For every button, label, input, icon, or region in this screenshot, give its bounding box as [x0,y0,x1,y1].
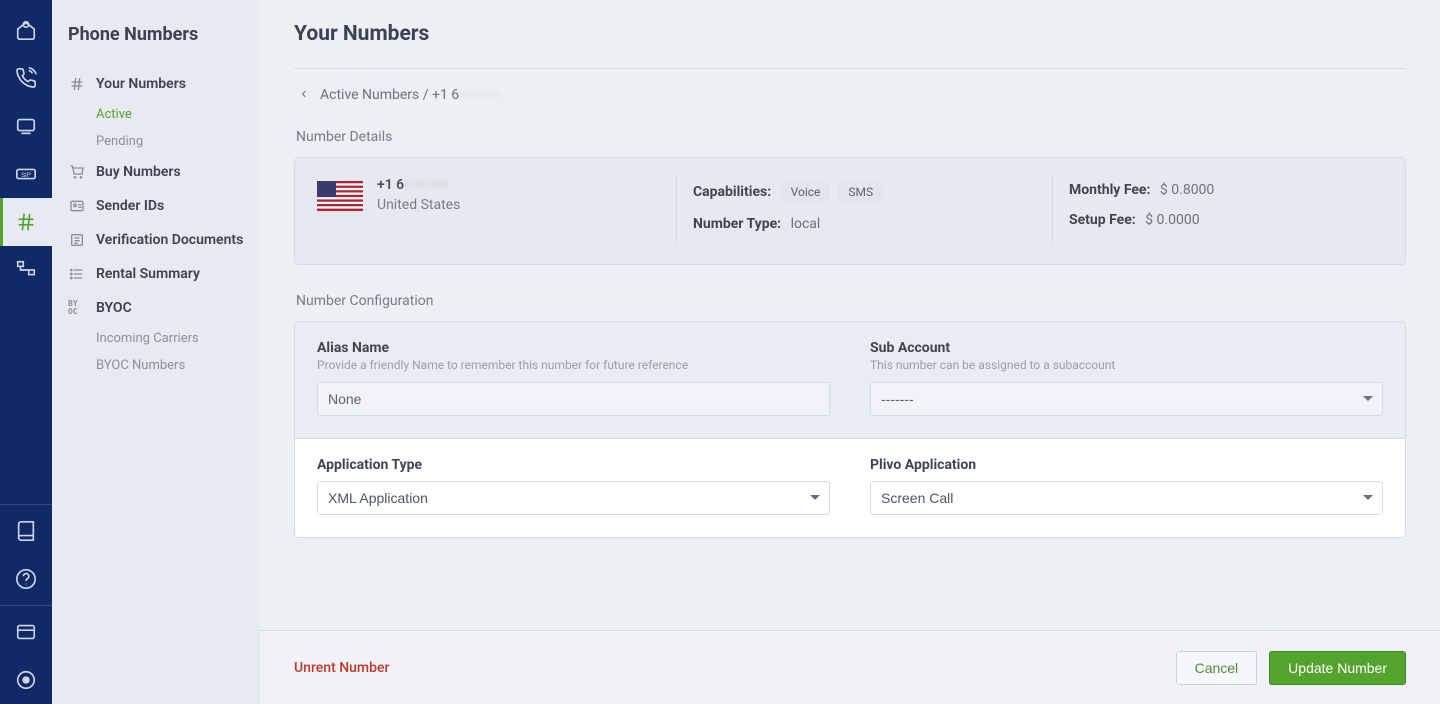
application-type-select[interactable] [317,481,830,515]
update-number-button[interactable]: Update Number [1269,651,1406,685]
alias-hint: Provide a friendly Name to remember this… [317,358,830,372]
billing-icon[interactable] [0,608,52,656]
sidebar-sub-pending[interactable]: Pending [68,128,250,155]
sidebar-item-label: Verification Documents [96,232,243,248]
sidebar-item-rental-summary[interactable]: Rental Summary [68,257,250,291]
section-number-details-label: Number Details [296,129,1406,145]
phone-number: +1 6·· ··· ···· [377,176,460,196]
hash-icon[interactable] [0,198,52,246]
sidebar-item-label: Buy Numbers [96,164,181,180]
sidebar-sub-active[interactable]: Active [68,101,250,128]
application-type-label: Application Type [317,457,830,473]
account-icon[interactable] [0,656,52,704]
document-icon [68,231,86,249]
phone-masked: ·· ··· ···· [459,87,499,103]
docs-icon[interactable] [0,507,52,555]
sub-account-hint: This number can be assigned to a subacco… [870,358,1383,372]
list-icon [68,265,86,283]
sub-account-label: Sub Account [870,340,1383,356]
sidebar-sub-incoming-carriers[interactable]: Incoming Carriers [68,325,250,352]
byoc-icon: BYOC [68,299,86,317]
hash-icon [68,75,86,93]
id-icon [68,197,86,215]
plivo-application-label: Plivo Application [870,457,1383,473]
alias-label: Alias Name [317,340,830,356]
phone-country: United States [377,196,460,216]
flag-us-icon [317,181,363,211]
section-number-config-label: Number Configuration [296,293,1406,309]
flow-icon[interactable] [0,246,52,294]
sidebar-sub-byoc-numbers[interactable]: BYOC Numbers [68,352,250,379]
svg-text:SIP: SIP [21,171,31,179]
help-icon[interactable] [0,555,52,603]
sidebar-item-label: Rental Summary [96,266,200,282]
breadcrumb[interactable]: Active Numbers / +1 6·· ··· ···· [298,87,1406,103]
breadcrumb-text: Active Numbers / +1 6·· ··· ···· [320,87,499,103]
capabilities-label: Capabilities: [693,184,771,200]
number-type-value: local [791,216,821,232]
sidebar-item-byoc[interactable]: BYOC BYOC [68,291,250,325]
voice-icon[interactable] [0,54,52,102]
sidebar-item-verification-documents[interactable]: Verification Documents [68,223,250,257]
setup-fee-value: $ 0.0000 [1145,212,1199,228]
chevron-left-icon [298,88,312,102]
sidebar-item-sender-ids[interactable]: Sender IDs [68,189,250,223]
sidebar-item-your-numbers[interactable]: Your Numbers [68,67,250,101]
sip-icon[interactable]: SIP [0,150,52,198]
sidebar-item-buy-numbers[interactable]: Buy Numbers [68,155,250,189]
sub-account-select[interactable] [870,382,1383,416]
monthly-fee-value: $ 0.8000 [1160,182,1214,198]
number-type-label: Number Type: [693,216,781,232]
sms-icon[interactable] [0,102,52,150]
sidebar-item-label: BYOC [96,300,132,316]
plivo-application-select[interactable] [870,481,1383,515]
capability-sms-chip: SMS [838,182,883,202]
divider [294,68,1406,69]
sidebar-title: Phone Numbers [68,24,250,45]
sidebar-item-label: Sender IDs [96,198,164,214]
number-details-card: +1 6·· ··· ···· United States Capabiliti… [294,157,1406,265]
sidebar: Phone Numbers Your Numbers Active Pendin… [52,0,260,704]
number-config-card: Alias Name Provide a friendly Name to re… [294,321,1406,538]
capability-voice-chip: Voice [781,182,831,202]
logo-icon[interactable] [0,6,52,54]
page-title: Your Numbers [294,22,1406,46]
cart-icon [68,163,86,181]
footer: Unrent Number Cancel Update Number [260,630,1440,704]
unrent-number-link[interactable]: Unrent Number [294,660,389,676]
sidebar-item-label: Your Numbers [96,76,186,92]
alias-input[interactable] [317,382,830,416]
monthly-fee-label: Monthly Fee: [1069,182,1150,198]
setup-fee-label: Setup Fee: [1069,212,1136,228]
icon-rail: SIP [0,0,52,704]
cancel-button[interactable]: Cancel [1176,651,1258,685]
main: Your Numbers Active Numbers / +1 6·· ···… [260,0,1440,704]
